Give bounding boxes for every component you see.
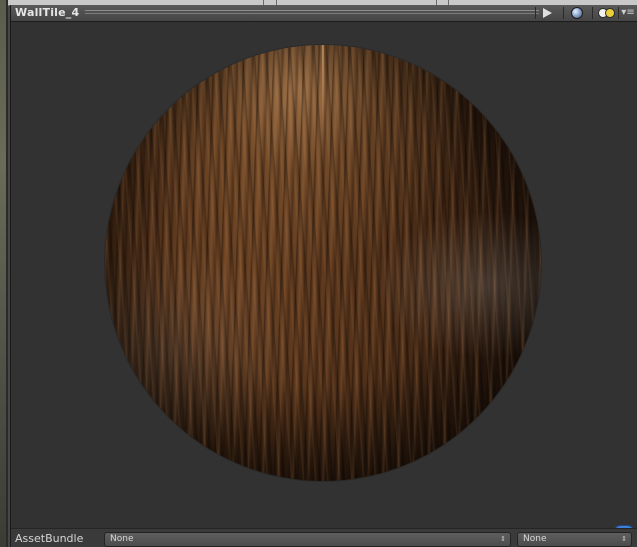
preview-title: WallTile_4 (15, 6, 80, 19)
context-menu-icon: ▾≡ (621, 7, 635, 18)
material-preview-sphere[interactable] (105, 45, 541, 481)
preview-titlebar[interactable]: WallTile_4 ▾≡ (11, 5, 637, 22)
dropdown-arrow-icon: ⇕ (621, 535, 627, 543)
preview-lights-button[interactable] (595, 6, 617, 20)
toolbar-separator (535, 7, 536, 19)
toolbar-separator (563, 7, 564, 19)
material-preview-panel: WallTile_4 ▾≡ AssetBundle None ⇕ None ⇕ (10, 5, 637, 547)
asset-bundle-variant-dropdown[interactable]: None ⇕ (517, 532, 632, 547)
asset-bundle-name-dropdown[interactable]: None ⇕ (104, 532, 511, 547)
drag-grip[interactable] (85, 10, 539, 16)
play-button[interactable] (537, 6, 557, 20)
preview-sphere-icon (571, 7, 583, 19)
unity-editor: WallTile_4 ▾≡ AssetBundle None ⇕ None ⇕ (0, 0, 637, 547)
toolbar-separator (618, 7, 619, 19)
preview-viewport[interactable] (11, 22, 637, 542)
preview-menu-button[interactable]: ▾≡ (620, 6, 636, 20)
preview-shape-button[interactable] (566, 6, 588, 20)
play-icon (542, 8, 552, 18)
dropdown-arrow-icon: ⇕ (500, 535, 506, 543)
dropdown-value: None (110, 534, 134, 544)
asset-bundle-label: AssetBundle (15, 532, 84, 545)
dropdown-value: None (523, 534, 547, 544)
asset-bundle-bar: AssetBundle None ⇕ None ⇕ (11, 528, 637, 547)
toolbar-separator (592, 7, 593, 19)
light-yellow-icon (604, 8, 615, 18)
scene-view-edge (0, 0, 8, 547)
